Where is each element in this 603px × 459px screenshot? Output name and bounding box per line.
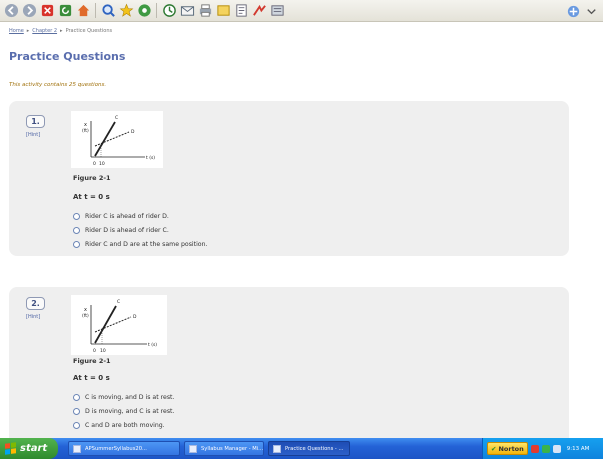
radio-button[interactable]	[73, 227, 80, 234]
media-icon[interactable]	[136, 3, 152, 19]
browser-toolbar	[0, 0, 603, 22]
line-d	[94, 316, 132, 333]
line-d	[94, 131, 130, 147]
line-c-label: C	[115, 115, 118, 121]
question-prompt: At t = 0 s	[73, 193, 110, 201]
answer-option-label: Rider C and D are at the same position.	[85, 241, 208, 248]
figure-caption: Figure 2-1	[73, 174, 111, 182]
answer-option[interactable]: Rider D is ahead of rider C.	[73, 227, 169, 234]
breadcrumb-home-link[interactable]: Home	[9, 28, 24, 34]
question-card: 1. [Hint] x (ft) C D t (s) 0 10 Figure 2…	[9, 101, 569, 256]
figure-y-label-top: x	[84, 122, 87, 128]
clock: 9:13 AM	[566, 445, 590, 452]
back-icon[interactable]	[3, 3, 19, 19]
question-number-badge: 1.	[26, 115, 45, 128]
line-c	[94, 121, 116, 157]
position-time-figure: x (ft) C D t (s) 0 10	[71, 295, 167, 355]
forward-icon[interactable]	[21, 3, 37, 19]
start-button[interactable]: start	[0, 438, 58, 459]
chevron-down-icon[interactable]	[583, 3, 599, 19]
figure-y-label-bottom: (ft)	[82, 128, 89, 134]
figure-tick-10: 10	[99, 161, 105, 167]
figure-x-label: t (s)	[148, 342, 157, 348]
stop-icon[interactable]	[39, 3, 55, 19]
search-icon[interactable]	[100, 3, 116, 19]
system-tray: ✔ Norton 9:13 AM	[482, 438, 603, 459]
question-number-badge: 2.	[26, 297, 45, 310]
browser-window-icon	[273, 444, 281, 453]
history-icon[interactable]	[161, 3, 177, 19]
hint-link[interactable]: [Hint]	[26, 132, 40, 138]
answer-option[interactable]: Rider C and D are at the same position.	[73, 241, 207, 248]
figure-caption: Figure 2-1	[73, 357, 111, 365]
answer-option[interactable]: C and D are both moving.	[73, 422, 165, 429]
answer-option[interactable]: D is moving, and C is at rest.	[73, 408, 174, 415]
breadcrumb-chapter-link[interactable]: Chapter 2	[32, 28, 57, 34]
line-c-label: C	[117, 299, 120, 305]
line-d-label: D	[131, 129, 135, 135]
question-card: 2. [Hint] x (ft) C D t (s) 0 10 Figure 2…	[9, 287, 569, 438]
figure-tick-0: 0	[93, 161, 96, 167]
taskbar-item-label: APSummerSyllabus20...	[85, 445, 147, 452]
position-time-figure: x (ft) C D t (s) 0 10	[71, 111, 163, 168]
tools-icon[interactable]	[565, 3, 581, 19]
figure-y-label-top: x	[84, 307, 87, 313]
answer-option-label: C is moving, and D is at rest.	[85, 394, 175, 401]
answer-option[interactable]: Rider C is ahead of rider D.	[73, 213, 169, 220]
start-label: start	[20, 443, 48, 454]
radio-button[interactable]	[73, 241, 80, 248]
answer-option[interactable]: C is moving, and D is at rest.	[73, 394, 174, 401]
breadcrumb: Home ▸ Chapter 2 ▸ Practice Questions	[9, 28, 112, 34]
taskbar-item[interactable]: APSummerSyllabus20...	[68, 441, 180, 456]
breadcrumb-current: Practice Questions	[65, 28, 113, 34]
refresh-icon[interactable]	[57, 3, 73, 19]
figure-tick-10: 10	[100, 348, 106, 354]
norton-label: Norton	[498, 444, 524, 453]
radio-button[interactable]	[73, 408, 80, 415]
norton-button[interactable]: ✔ Norton	[487, 442, 528, 455]
radio-button[interactable]	[73, 394, 80, 401]
page-title: Practice Questions	[9, 50, 126, 63]
answer-option-label: D is moving, and C is at rest.	[85, 408, 175, 415]
network-icon[interactable]	[541, 444, 550, 453]
page-content: Home ▸ Chapter 2 ▸ Practice Questions Pr…	[0, 22, 603, 438]
answer-option-label: C and D are both moving.	[85, 422, 165, 429]
breadcrumb-separator: ▸	[60, 28, 63, 34]
word-document-icon	[73, 444, 81, 453]
volume-icon[interactable]	[552, 444, 561, 453]
discuss-icon[interactable]	[233, 3, 249, 19]
answer-option-label: Rider C is ahead of rider D.	[85, 213, 169, 220]
hint-link[interactable]: [Hint]	[26, 314, 40, 320]
question-prompt: At t = 0 s	[73, 374, 110, 382]
favorites-icon[interactable]	[118, 3, 134, 19]
toolbar-divider	[156, 3, 157, 18]
figure-x-label: t (s)	[146, 155, 155, 161]
figure-y-label-bottom: (ft)	[82, 313, 89, 319]
toolbar-right	[565, 3, 599, 19]
taskbar-item[interactable]: Syllabus Manager - Mi...	[184, 441, 264, 456]
taskbar-item-active[interactable]: Practice Questions - ...	[268, 441, 350, 456]
radio-button[interactable]	[73, 422, 80, 429]
taskbar-item-label: Practice Questions - ...	[285, 445, 344, 452]
home-icon[interactable]	[75, 3, 91, 19]
radio-button[interactable]	[73, 213, 80, 220]
mail-icon[interactable]	[179, 3, 195, 19]
activity-intro: This activity contains 25 questions.	[9, 82, 107, 88]
messenger-icon[interactable]	[269, 3, 285, 19]
taskbar-item-label: Syllabus Manager - Mi...	[201, 445, 264, 452]
security-alert-icon[interactable]	[530, 444, 539, 453]
research-icon[interactable]	[251, 3, 267, 19]
figure-tick-0: 0	[93, 348, 96, 354]
norton-check-icon: ✔	[491, 444, 497, 453]
breadcrumb-separator: ▸	[26, 28, 30, 34]
answer-option-label: Rider D is ahead of rider C.	[85, 227, 169, 234]
line-d-label: D	[133, 314, 137, 320]
toolbar-divider	[95, 3, 96, 18]
windows-logo-icon	[5, 442, 16, 455]
edit-icon[interactable]	[215, 3, 231, 19]
browser-window-icon	[189, 444, 197, 453]
print-icon[interactable]	[197, 3, 213, 19]
taskbar: start APSummerSyllabus20... Syllabus Man…	[0, 438, 603, 459]
